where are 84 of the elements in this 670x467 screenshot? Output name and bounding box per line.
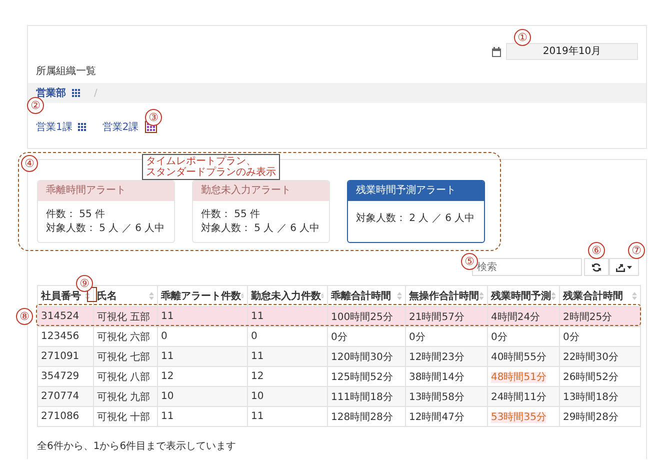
table-cell: 22時間30分 [563, 352, 618, 362]
table-cell: 4時間24分 [491, 312, 540, 322]
table-cell: 可視化 九部 [97, 392, 150, 402]
callout-number: ① [514, 29, 531, 46]
table-cell: 38時間14分 [409, 372, 464, 382]
table-cell: 21時間57分 [409, 312, 464, 322]
date-field[interactable]: 2019年10月 [506, 43, 638, 60]
table-cell: 0分 [491, 332, 508, 342]
table-cell: 0 [251, 331, 258, 342]
table-cell: 11 [251, 311, 264, 322]
breadcrumb-separator: / [94, 88, 98, 98]
callout-number: ⑤ [461, 253, 478, 270]
table-cell: 10 [251, 391, 264, 402]
refresh-button[interactable] [584, 258, 609, 276]
table-cell: 48時間51分 [491, 372, 546, 382]
alert-card[interactable]: 勤怠未入力アラート 件数： 55 件 対象人数： 5 人 ／ 6 人中 [192, 180, 330, 243]
table-cell: 40時間55分 [491, 352, 546, 362]
table-cell: 11 [161, 311, 174, 322]
table-cell: 12 [251, 371, 264, 382]
table-cell: 2時間25分 [563, 312, 612, 322]
table-cell: 354729 [41, 371, 80, 382]
alert-card[interactable]: 乖離時間アラート 件数： 55 件 対象人数： 5 人 ／ 6 人中 [37, 180, 175, 243]
table-cell: 12 [161, 371, 174, 382]
table-cell: 120時間30分 [331, 352, 393, 362]
caret-icon [627, 266, 632, 268]
table-cell: 13時間58分 [409, 392, 464, 402]
alert-text: 件数： 55 件 [46, 208, 106, 222]
export-button[interactable] [609, 258, 639, 276]
callout-number: ⑥ [588, 242, 605, 259]
alert-card[interactable]: 残業時間予測アラート 対象人数： 2 人 ／ 6 人中 [347, 180, 485, 243]
table-cell: 11 [251, 411, 264, 422]
table-cell: 26時間52分 [563, 372, 618, 382]
table-cell: 0分 [331, 332, 348, 342]
table-cell: 314524 [41, 311, 80, 322]
table-cell: 可視化 七部 [97, 352, 150, 362]
table-cell: 10 [161, 391, 174, 402]
table-cell: 可視化 八部 [97, 372, 150, 382]
callout-number: ③ [145, 109, 162, 126]
table-cell: 11 [251, 351, 264, 362]
table-cell: 可視化 五部 [97, 312, 150, 322]
alert-title: 乖離時間アラート [38, 181, 174, 201]
table-cell: 12時間47分 [409, 412, 464, 422]
table-cell: 271091 [41, 351, 80, 362]
panel-title: 所属組織一覧 [36, 64, 97, 79]
table-cell: 29時間28分 [563, 412, 618, 422]
table-cell: 11 [161, 411, 174, 422]
table-cell: 0 [161, 331, 168, 342]
table-cell: 11 [161, 351, 174, 362]
table-cell: 可視化 十部 [97, 412, 150, 422]
table-cell: 123456 [41, 331, 80, 342]
table-cell: 12時間23分 [409, 352, 464, 362]
table-cell: 128時間28分 [331, 412, 393, 422]
callout-number: ⑦ [628, 242, 645, 259]
alert-text: 件数： 55 件 [201, 208, 262, 222]
callout-number: ④ [21, 155, 38, 172]
table-cell: 53時間35分 [491, 412, 546, 422]
grid-icon[interactable] [78, 123, 86, 131]
alert-text: 対象人数： 5 人 ／ 6 人中 [201, 222, 321, 236]
table-summary: 全6件から、1から6件目まで表示しています [37, 440, 238, 453]
breadcrumb-link[interactable]: 営業部 [36, 86, 66, 100]
callout-number: ⑧ [16, 308, 33, 325]
table-cell: 270774 [41, 391, 80, 402]
refresh-icon [592, 262, 601, 272]
table-cell: 13時間18分 [563, 392, 618, 402]
alert-title: 残業時間予測アラート [348, 181, 484, 201]
callout-number: ⑨ [76, 275, 93, 292]
grid-icon[interactable] [72, 89, 80, 97]
table-cell: 0分 [409, 332, 426, 342]
table-cell: 111時間18分 [331, 392, 393, 402]
sort-icon[interactable] [85, 292, 90, 300]
calendar-icon [492, 46, 501, 56]
table-cell: 125時間52分 [331, 372, 393, 382]
unit-link[interactable]: 営業2課 [102, 120, 139, 134]
table-cell: 可視化 六部 [97, 332, 150, 342]
export-icon [616, 262, 625, 272]
alert-text: 対象人数： 2 人 ／ 6 人中 [356, 212, 476, 226]
table-cell: 24時間11分 [491, 392, 546, 402]
table-cell: 271086 [41, 411, 80, 422]
annotation-note: タイムレポートプラン、 スタンダードプランのみ表示 [142, 154, 280, 180]
table-cell: 0分 [563, 332, 580, 342]
unit-link[interactable]: 営業1課 [36, 120, 72, 134]
alert-title: 勤怠未入力アラート [193, 181, 329, 201]
table-cell: 100時間25分 [331, 312, 393, 322]
alert-text: 対象人数： 5 人 ／ 6 人中 [46, 222, 166, 236]
